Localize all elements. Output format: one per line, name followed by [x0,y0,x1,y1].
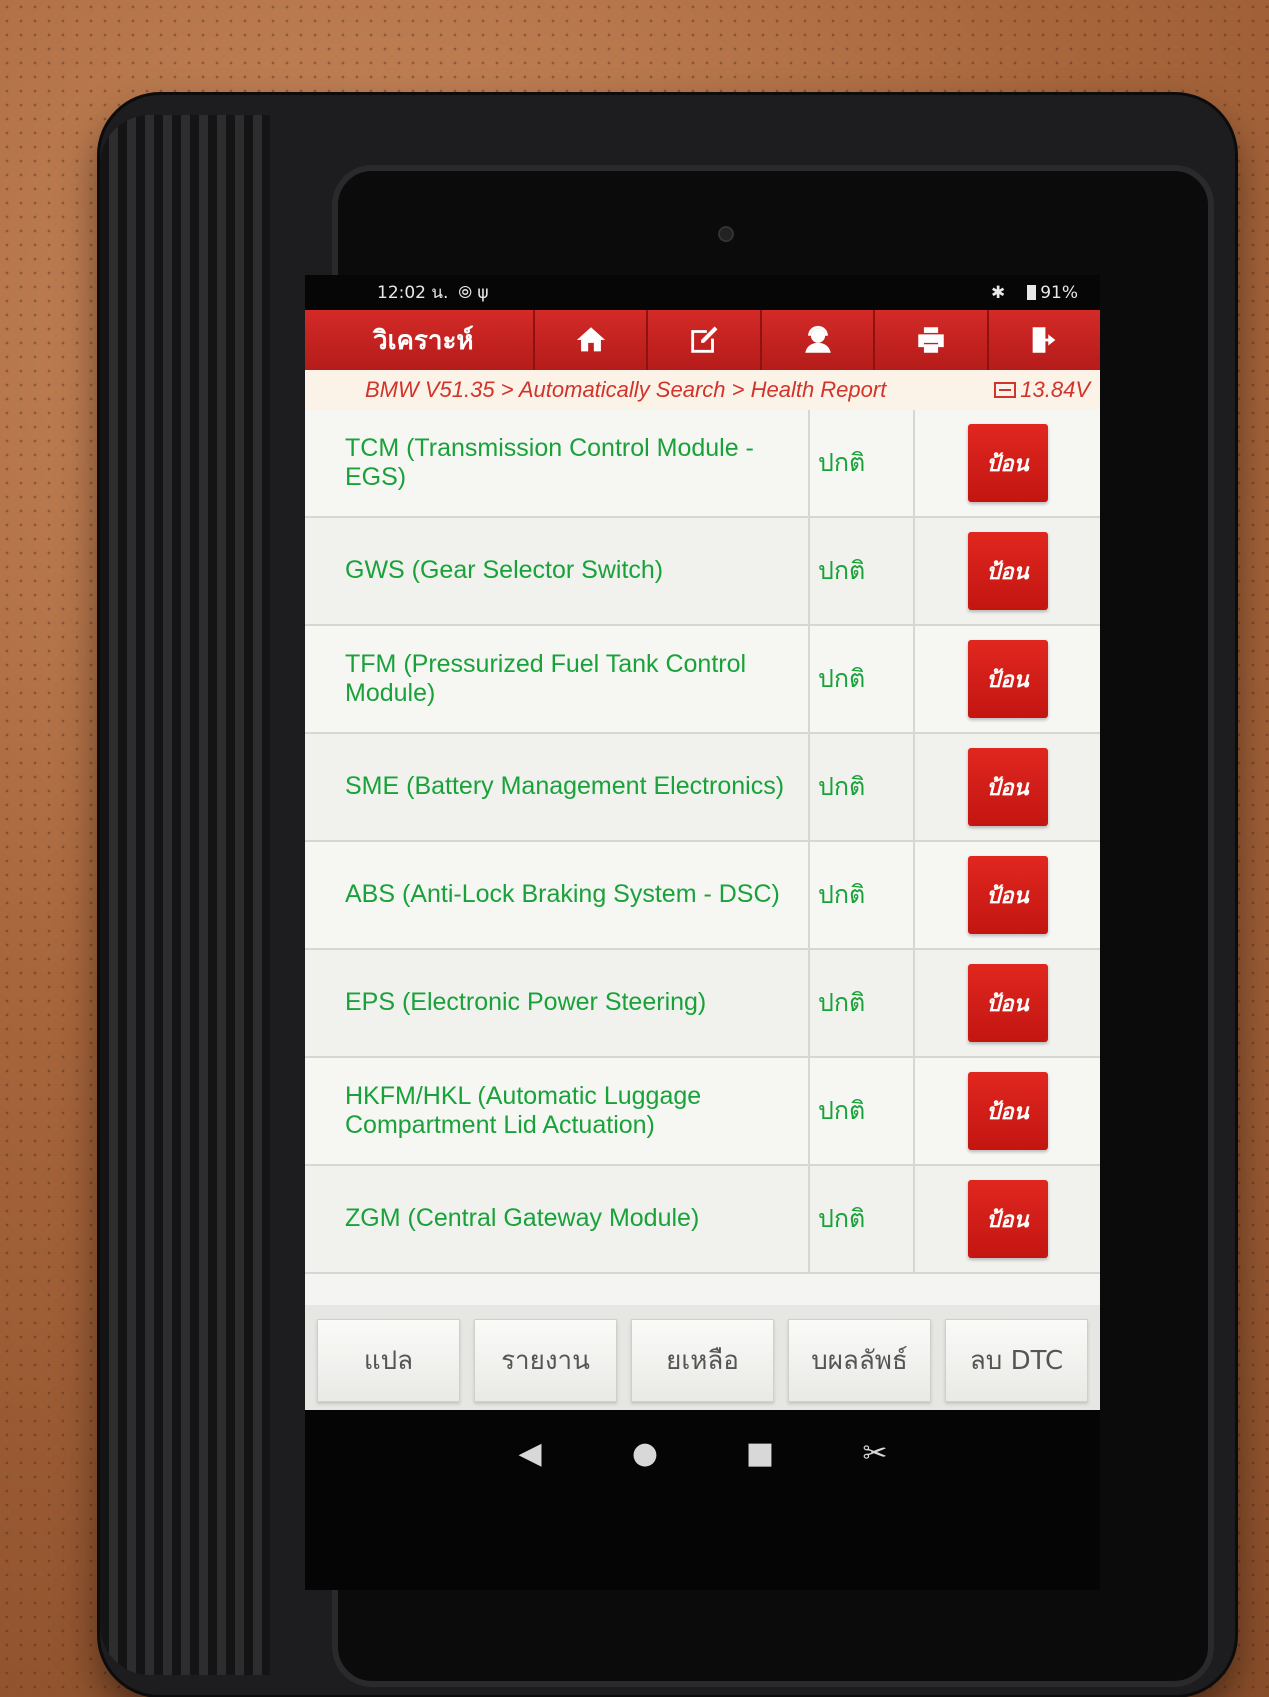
module-name: HKFM/HKL (Automatic Luggage Compartment … [305,1058,810,1164]
android-nav-bar: ◀ ● ■ ✂ [305,1410,1100,1590]
exit-button[interactable] [986,310,1100,370]
module-name: ABS (Anti-Lock Braking System - DSC) [305,842,810,948]
table-row: ABS (Anti-Lock Braking System - DSC) ปกต… [305,842,1100,950]
save-result-button[interactable]: บผลลัพธ์ [788,1319,931,1402]
battery-voltage: 13.84V [994,377,1090,403]
health-report-table: TCM (Transmission Control Module - EGS) … [305,410,1100,1274]
module-status: ปกติ [810,626,915,732]
enter-button[interactable]: ป้อน [967,964,1048,1042]
support-icon [804,325,831,353]
module-status: ปกติ [810,1058,915,1164]
module-name: TCM (Transmission Control Module - EGS) [305,410,810,516]
status-bar: 12:02 น. ⦾ ψ ✱ 91% [305,275,1100,310]
module-name: GWS (Gear Selector Switch) [305,518,810,624]
home-button[interactable] [533,310,646,370]
enter-button[interactable]: ป้อน [967,748,1048,826]
battery-icon [1027,285,1037,300]
back-icon[interactable]: ◀ [510,1436,550,1590]
breadcrumb: BMW V51.35 > Automatically Search > Heal… [305,370,1100,410]
module-status: ปกติ [810,842,915,948]
module-status: ปกติ [810,518,915,624]
module-name: EPS (Electronic Power Steering) [305,950,810,1056]
breadcrumb-path: BMW V51.35 > Automatically Search > Heal… [365,377,887,402]
car-battery-icon [994,382,1017,398]
table-row: EPS (Electronic Power Steering) ปกติ ป้อ… [305,950,1100,1058]
clear-dtc-button[interactable]: ลบ DTC [945,1319,1088,1402]
enter-button[interactable]: ป้อน [967,532,1048,610]
enter-button[interactable]: ป้อน [967,1180,1048,1258]
module-status: ปกติ [810,1166,915,1272]
home-icon [576,327,605,352]
recents-icon[interactable]: ■ [740,1436,780,1590]
module-status: ปกติ [810,950,915,1056]
tablet-grip [100,115,270,1675]
bottom-action-bar: แปล รายงาน ยเหลือ บผลลัพธ์ ลบ DTC [305,1305,1100,1410]
voltage-value: 13.84V [1020,377,1090,402]
enter-button[interactable]: ป้อน [967,640,1048,718]
table-row: SME (Battery Management Electronics) ปกต… [305,734,1100,842]
table-row: TCM (Transmission Control Module - EGS) … [305,410,1100,518]
edit-icon [691,326,718,353]
screenshot-icon[interactable]: ✂ [855,1436,895,1590]
report-button[interactable]: รายงาน [474,1319,617,1402]
table-row: TFM (Pressurized Fuel Tank Control Modul… [305,626,1100,734]
module-status: ปกติ [810,410,915,516]
app-toolbar: วิเคราะห์ [305,310,1100,370]
print-button[interactable] [873,310,986,370]
usb-icon: ⦾ ψ [458,282,489,303]
battery-level: 91% [1040,282,1078,303]
module-name: TFM (Pressurized Fuel Tank Control Modul… [305,626,810,732]
exit-icon [1032,327,1056,353]
support-button[interactable] [759,310,873,370]
app-title: วิเคราะห์ [373,325,474,356]
help-button[interactable]: ยเหลือ [631,1319,774,1402]
enter-button[interactable]: ป้อน [967,424,1048,502]
translate-button[interactable]: แปล [317,1319,460,1402]
bluetooth-icon: ✱ [990,282,1006,303]
module-status: ปกติ [810,734,915,840]
table-row: ZGM (Central Gateway Module) ปกติ ป้อน [305,1166,1100,1274]
battery-indicator: 91% [1027,283,1078,303]
print-icon [918,327,944,353]
home-circle-icon[interactable]: ● [625,1436,665,1590]
tablet-screen: 12:02 น. ⦾ ψ ✱ 91% วิเคราะห์ BMW V51.35 … [305,275,1100,1590]
enter-button[interactable]: ป้อน [967,856,1048,934]
table-row: GWS (Gear Selector Switch) ปกติ ป้อน [305,518,1100,626]
edit-button[interactable] [646,310,759,370]
module-name: SME (Battery Management Electronics) [305,734,810,840]
table-row: HKFM/HKL (Automatic Luggage Compartment … [305,1058,1100,1166]
status-time: 12:02 น. [377,283,449,303]
front-camera [720,228,732,240]
enter-button[interactable]: ป้อน [967,1072,1048,1150]
module-name: ZGM (Central Gateway Module) [305,1166,810,1272]
